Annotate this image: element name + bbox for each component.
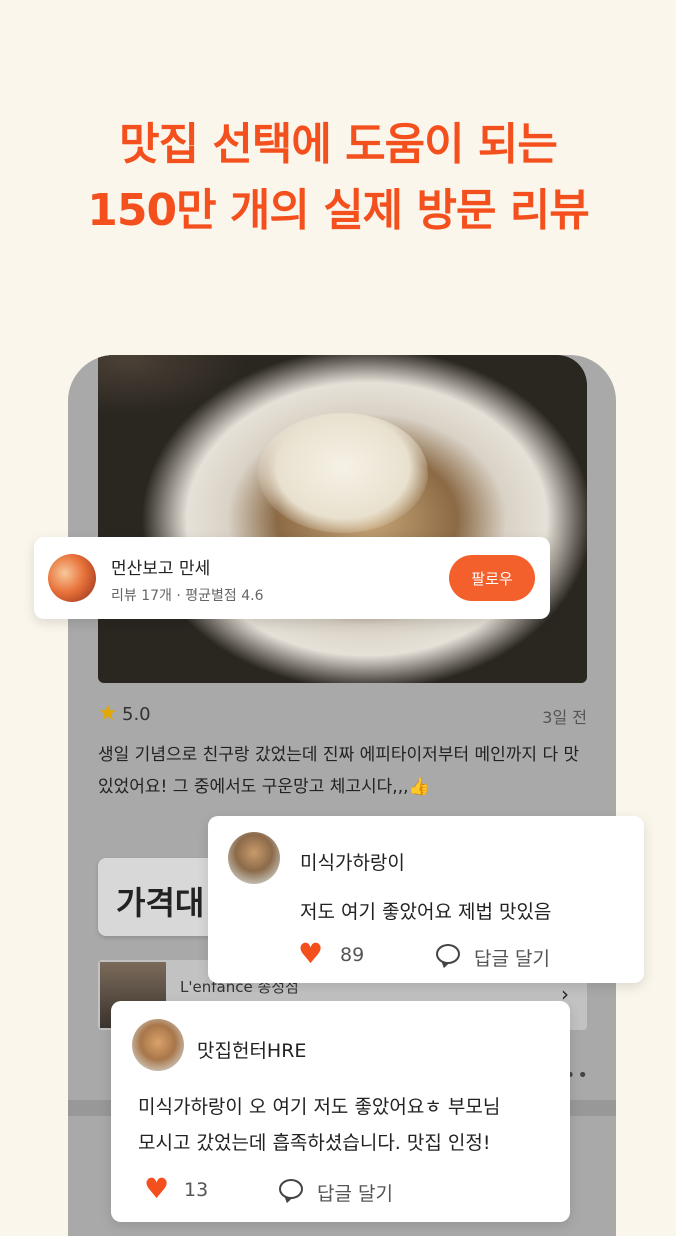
like-count: 89 <box>340 944 365 966</box>
photo-cheese <box>258 413 428 533</box>
comment-text: 미식가하랑이 오 여기 저도 좋았어요ㅎ 부모님 모시고 갔었는데 흡족하셨습니… <box>138 1089 548 1161</box>
headline-line-2: 150만 개의 실제 방문 리뷰 <box>87 185 589 236</box>
avatar[interactable] <box>228 832 280 884</box>
review-text: 생일 기념으로 친구랑 갔었는데 진짜 에피타이저부터 메인까지 다 맛있었어요… <box>98 745 580 797</box>
speech-bubble-icon[interactable] <box>279 1179 303 1199</box>
comment-card: 맛집헌터HRE 미식가하랑이 오 여기 저도 좋았어요ㅎ 부모님 모시고 갔었는… <box>111 1001 570 1222</box>
follow-card: 먼산보고 만세 리뷰 17개 · 평균별점 4.6 팔로우 <box>34 537 550 619</box>
like-count: 13 <box>184 1179 209 1201</box>
speech-bubble-icon[interactable] <box>436 944 460 964</box>
commenter-name[interactable]: 맛집헌터HRE <box>197 1036 306 1063</box>
reply-button[interactable]: 답글 달기 <box>317 1179 393 1206</box>
price-tag-label: 가격대 <box>116 884 205 922</box>
heart-icon[interactable]: ♥ <box>298 940 323 968</box>
avatar[interactable] <box>48 554 96 602</box>
review-time: 3일 전 <box>542 708 587 727</box>
headline-line-1: 맛집 선택에 도움이 되는 <box>119 119 558 170</box>
food-photo <box>98 355 587 683</box>
follow-button[interactable]: 팔로우 <box>449 555 535 601</box>
reviewer-stats: 리뷰 17개 · 평균별점 4.6 <box>111 588 264 604</box>
headline: 맛집 선택에 도움이 되는 150만 개의 실제 방문 리뷰 <box>0 112 676 244</box>
photo-shadow <box>98 355 248 415</box>
reply-button[interactable]: 답글 달기 <box>474 944 550 971</box>
commenter-name[interactable]: 미식가하랑이 <box>300 848 405 875</box>
rating-value: 5.0 <box>122 704 151 725</box>
reviewer-name[interactable]: 먼산보고 만세 <box>111 554 210 579</box>
comment-text-line-2: 모시고 갔었는데 흡족하셨습니다. 맛집 인정! <box>138 1132 491 1154</box>
comment-text: 저도 여기 좋았어요 제법 맛있음 <box>300 901 552 923</box>
rating-row: ★ 5.0 3일 전 <box>98 702 587 728</box>
heart-icon[interactable]: ♥ <box>144 1175 169 1203</box>
comment-text-line-1: 미식가하랑이 오 여기 저도 좋았어요ㅎ 부모님 <box>138 1096 501 1118</box>
star-icon: ★ <box>98 701 118 726</box>
avatar[interactable] <box>132 1019 184 1071</box>
comment-card: 미식가하랑이 저도 여기 좋았어요 제법 맛있음 ♥ 89 답글 달기 <box>208 816 644 983</box>
